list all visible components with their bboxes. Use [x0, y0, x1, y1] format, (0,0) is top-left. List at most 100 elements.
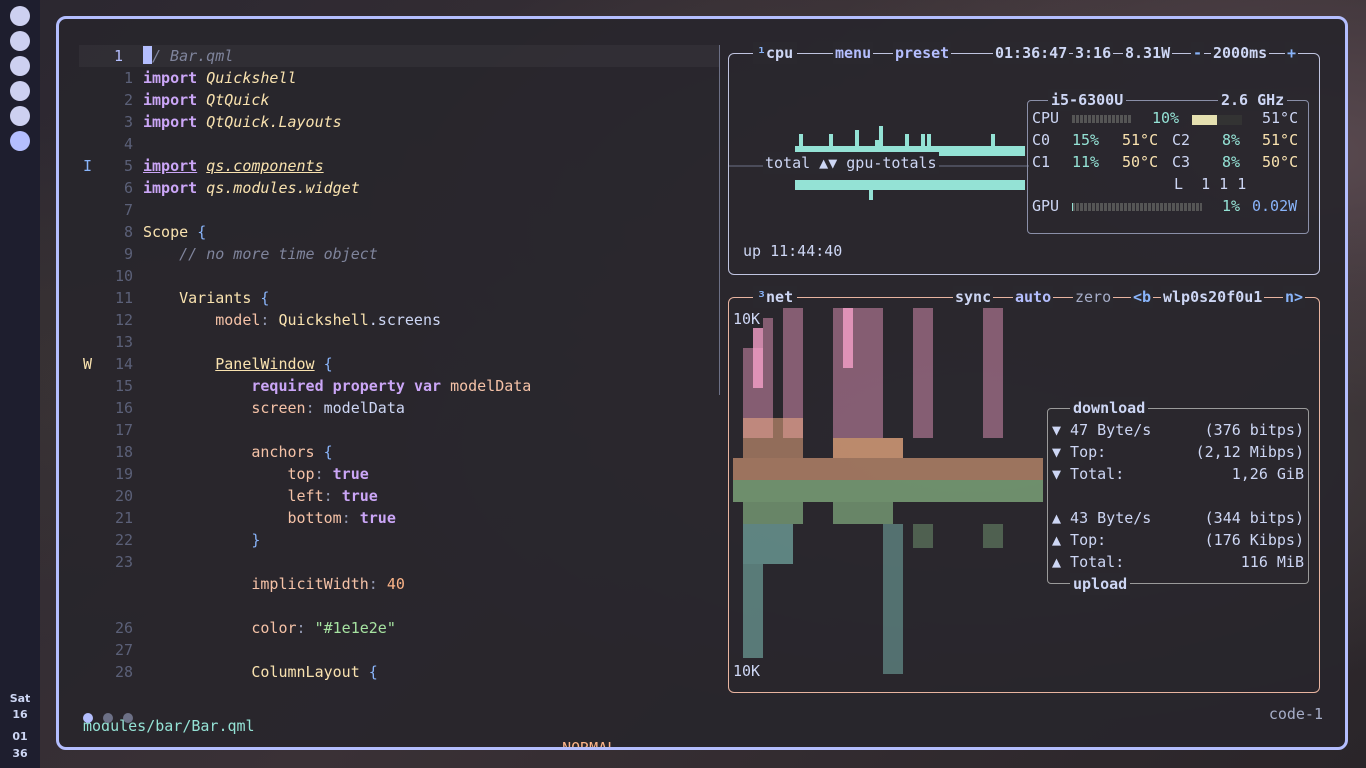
- pane-dot-3[interactable]: [123, 713, 133, 723]
- line-number: 1: [113, 47, 123, 65]
- code-line[interactable]: required property var modelData: [143, 375, 531, 397]
- gpu-pct: 1%: [1222, 197, 1241, 215]
- battery-time: 3:16: [1073, 42, 1114, 64]
- net-stats-box: download ▼ 47 Byte/s (376 bitps) ▼ Top: …: [1047, 397, 1309, 595]
- update-interval: 2000ms: [1211, 42, 1270, 64]
- pane-separator[interactable]: [719, 45, 720, 395]
- upload-bar: [743, 502, 803, 524]
- code-line[interactable]: top: true: [143, 463, 369, 485]
- workspace-1-button[interactable]: [10, 6, 30, 26]
- workspace-2-button[interactable]: [10, 31, 30, 51]
- upload-top-value: (176 Kibps): [1204, 531, 1304, 549]
- cpu-tab[interactable]: ¹cpu: [753, 42, 798, 64]
- line-number: 16: [114, 399, 133, 417]
- workspace-5-button[interactable]: [10, 106, 30, 126]
- line-number: 26: [114, 619, 133, 637]
- workspace-6-button[interactable]: [10, 131, 30, 151]
- code-line[interactable]: color: "#1e1e2e": [143, 617, 396, 639]
- cpu-tab-number: ¹: [757, 44, 767, 62]
- cpu-info-box: i5-6300U 2.6 GHz CPU 10% 51°C C0 15% 51°…: [1027, 89, 1309, 234]
- code-line[interactable]: PanelWindow {: [143, 353, 332, 375]
- code-line[interactable]: bottom: true: [143, 507, 396, 529]
- net-tab[interactable]: ³net: [753, 286, 798, 308]
- code-line[interactable]: import qs.modules.widget: [143, 177, 360, 199]
- cpu-graph-spike: [991, 134, 995, 146]
- zero-button[interactable]: zero: [1073, 286, 1114, 308]
- preset-button[interactable]: preset: [893, 42, 952, 64]
- code-line[interactable]: import Quickshell: [143, 67, 297, 89]
- core1-temp: 50°C: [1122, 153, 1159, 171]
- pane-dot-1[interactable]: [83, 713, 93, 723]
- diagnostic-sign: W: [83, 355, 93, 373]
- line-number: 21: [114, 509, 133, 527]
- side-bar: Sat 16 01 36: [0, 0, 40, 768]
- download-top-value: (2,12 Mibps): [1195, 443, 1304, 461]
- cpu-panel[interactable]: ¹cpu menu preset 01:36:47 3:16 8.31W - 2…: [728, 42, 1320, 275]
- code-line[interactable]: Variants {: [143, 287, 269, 309]
- terminal-window[interactable]: 1 / Bar.qml 1 import Quickshell 2 import QtQu…: [56, 16, 1348, 750]
- upload-title: upload: [1070, 573, 1131, 595]
- cpu-graph-spike: [905, 134, 909, 146]
- code-line[interactable]: screen: modelData: [143, 397, 405, 419]
- gpu-graph-spike: [869, 190, 873, 200]
- code-line[interactable]: left: true: [143, 485, 378, 507]
- workspace-3-button[interactable]: [10, 56, 30, 76]
- line-number: 19: [114, 465, 133, 483]
- code-line[interactable]: / Bar.qml: [143, 45, 233, 67]
- download-bar: [913, 308, 933, 438]
- cpu-graph-spike: [799, 134, 803, 146]
- clock-day: Sat: [9, 692, 31, 705]
- line-number: 27: [114, 641, 133, 659]
- workspace-4-button[interactable]: [10, 81, 30, 101]
- cpu-graph-spike: [875, 140, 879, 146]
- line-number: 2: [123, 91, 133, 109]
- window-name: code-1: [1268, 705, 1323, 723]
- download-total-value: 1,26 GiB: [1231, 465, 1304, 483]
- core3-pct: 8%: [1222, 153, 1241, 171]
- prev-interface-button[interactable]: <b: [1131, 286, 1154, 308]
- line-number: 23: [114, 553, 133, 571]
- auto-button[interactable]: auto: [1013, 286, 1054, 308]
- upload-bar: [983, 524, 1003, 548]
- download-bar: [863, 308, 883, 438]
- code-line[interactable]: ColumnLayout {: [143, 661, 377, 683]
- line-number: [83, 595, 133, 617]
- net-graph: [733, 308, 1043, 674]
- code-line[interactable]: // no more time object: [143, 243, 378, 265]
- line-number: [83, 573, 133, 595]
- download-total-label: ▼ Total:: [1052, 465, 1125, 483]
- interval-increase-button[interactable]: +: [1285, 42, 1299, 64]
- cpu-graph-spike: [855, 130, 859, 146]
- cpu-graph-spike: [879, 126, 883, 146]
- code-line[interactable]: }: [143, 529, 260, 551]
- line-number: 18: [114, 443, 133, 461]
- menu-button[interactable]: menu: [833, 42, 874, 64]
- download-bar: [833, 438, 903, 458]
- code-line[interactable]: import QtQuick: [143, 89, 269, 111]
- code-line[interactable]: import qs.components: [143, 155, 324, 177]
- net-panel[interactable]: ³net sync auto zero <b wlp0s20f0u1 n> 10…: [728, 286, 1320, 693]
- next-interface-button[interactable]: n>: [1283, 286, 1306, 308]
- line-number: 4: [123, 135, 133, 153]
- download-bar: [843, 308, 853, 368]
- gpu-meter-fill: [1072, 203, 1074, 211]
- uptime: up 11:44:40: [743, 242, 843, 260]
- pane-dot-2[interactable]: [103, 713, 113, 723]
- code-line[interactable]: anchors {: [143, 441, 332, 463]
- code-line[interactable]: model: Quickshell.screens: [143, 309, 441, 331]
- download-bar: [743, 418, 803, 458]
- line-number: 8: [123, 223, 133, 241]
- code-editor[interactable]: 1 / Bar.qml 1 import Quickshell 2 import QtQu…: [59, 19, 719, 719]
- code-line[interactable]: implicitWidth: 40: [143, 573, 405, 595]
- line-number: 20: [114, 487, 133, 505]
- line-number: 22: [114, 531, 133, 549]
- line-number: 1: [123, 69, 133, 87]
- upload-bar: [743, 524, 793, 564]
- code-line[interactable]: import QtQuick.Layouts: [143, 111, 342, 133]
- upload-rate-bits: (344 bitps): [1204, 509, 1304, 527]
- sync-button[interactable]: sync: [953, 286, 994, 308]
- code-line[interactable]: Scope {: [143, 221, 206, 243]
- upload-bar: [743, 564, 763, 658]
- interval-decrease-button[interactable]: -: [1191, 42, 1205, 64]
- line-number: 9: [123, 245, 133, 263]
